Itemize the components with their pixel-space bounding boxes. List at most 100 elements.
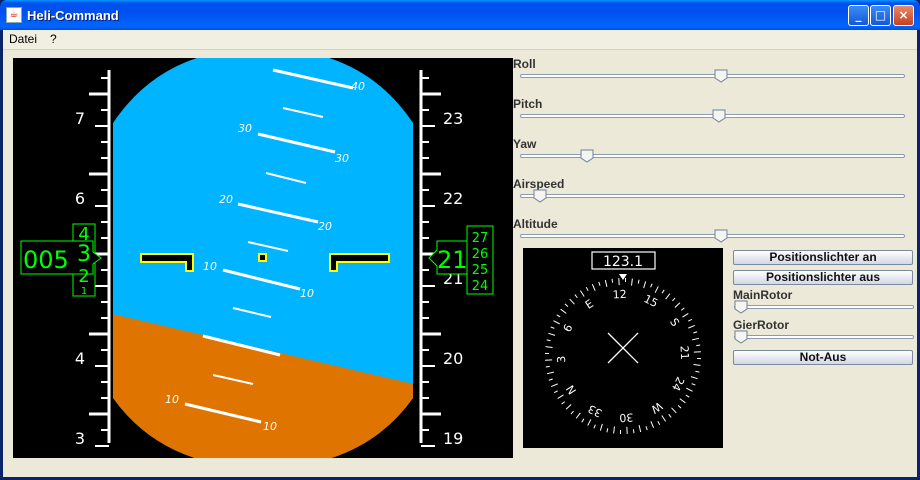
compass-tick: [645, 426, 648, 431]
compass-tick: [551, 383, 558, 388]
pitch-label: 10: [203, 260, 217, 273]
compass-tick: [654, 286, 659, 293]
altitude-scale-label: 19: [443, 429, 463, 448]
compass-label: 33: [586, 402, 604, 420]
altitude-scale-label: 20: [443, 349, 463, 368]
compass-tick: [598, 281, 601, 286]
compass-tick: [599, 423, 603, 431]
compass-tick: [545, 346, 553, 348]
compass-tick: [550, 326, 555, 329]
compass-tick: [638, 425, 642, 433]
emergency-stop-button[interactable]: Not-Aus: [733, 350, 913, 365]
speed-tape: 7 6 5 4 3 005 4 3 2 1: [20, 70, 111, 448]
close-button[interactable]: ×: [893, 5, 914, 26]
compass-tick: [579, 290, 585, 297]
java-cup-icon[interactable]: ☕: [6, 7, 22, 23]
compass-label: 6: [561, 322, 576, 334]
compass-tick: [546, 339, 551, 342]
position-lights-off-button[interactable]: Positionslichter aus: [733, 270, 913, 285]
compass-label: 24: [669, 375, 687, 393]
compass-tick: [581, 418, 585, 423]
compass-tick: [650, 283, 653, 288]
altitude-drum-digit: 27: [472, 231, 489, 246]
compass-tick: [593, 424, 596, 429]
menu-help[interactable]: ?: [50, 32, 57, 46]
compass-tick: [553, 390, 558, 394]
main-rotor-slider-track[interactable]: [734, 305, 914, 309]
compass-label: N: [564, 383, 579, 397]
compass-tick: [574, 294, 578, 299]
airspeed-slider-thumb[interactable]: [533, 189, 547, 203]
altitude-tape: 23 22 21 20 19 21 27 26 25 24: [419, 70, 494, 448]
client-area: Datei ? 40 30 30 20 20 10 10 10 10 7 6 4…: [3, 30, 917, 477]
altitude-drum-digit: 25: [472, 263, 489, 278]
compass-tick: [692, 337, 700, 341]
main-rotor-slider-thumb[interactable]: [734, 300, 748, 314]
altitude-slider-track[interactable]: [520, 234, 905, 238]
compass-tick: [693, 331, 698, 334]
tail-rotor-slider-thumb[interactable]: [734, 330, 748, 344]
pitch-label: 10: [165, 393, 179, 406]
tail-rotor-slider-track[interactable]: [734, 335, 914, 339]
compass-tick: [686, 387, 693, 392]
speed-readout: 005: [23, 246, 69, 274]
compass-tick: [696, 344, 701, 347]
roll-slider-track[interactable]: [520, 74, 905, 78]
compass-tick: [606, 428, 609, 433]
pitch-label: 30: [238, 122, 252, 135]
altitude-slider-thumb[interactable]: [714, 229, 728, 243]
compass-label: S: [667, 316, 682, 329]
compass-tick: [560, 308, 567, 314]
pitch-slider-thumb[interactable]: [712, 109, 726, 123]
compass-label: W: [648, 399, 664, 416]
compass-tick: [556, 314, 561, 318]
position-lights-on-button[interactable]: Positionslichter an: [733, 250, 913, 265]
app-window: ☕ Heli-Command _ □ × Datei ? 40 30 30 20…: [0, 0, 920, 480]
compass-tick: [657, 421, 661, 426]
compass-tick: [604, 279, 608, 287]
compass-tick: [688, 318, 693, 322]
compass-tick: [690, 376, 698, 380]
pitch-label: 10: [263, 420, 277, 433]
compass-tick: [691, 383, 696, 386]
compass-tick: [585, 286, 589, 291]
compass-tick: [680, 307, 685, 311]
compass-tick: [632, 429, 635, 434]
altitude-drum-digit: 26: [472, 247, 489, 262]
compass-tick: [674, 302, 681, 308]
speed-drum-digit: 2: [78, 266, 89, 287]
compass-tick: [545, 365, 550, 368]
compass-tick: [668, 413, 672, 418]
compass-tick: [679, 398, 686, 404]
compass-tick: [548, 332, 556, 336]
airspeed-slider-track[interactable]: [520, 194, 905, 198]
title-bar[interactable]: ☕ Heli-Command _ □ ×: [0, 0, 920, 30]
compass-tick: [575, 412, 581, 419]
pitch-label: 10: [300, 287, 314, 300]
yaw-slider-track[interactable]: [520, 154, 905, 158]
compass-tick: [561, 401, 566, 405]
roll-slider-thumb[interactable]: [714, 69, 728, 83]
compass-tick: [695, 370, 700, 373]
compass-label: 12: [612, 288, 627, 302]
pitch-label: Pitch: [513, 97, 543, 111]
compass-label: 15: [642, 292, 660, 310]
menu-datei[interactable]: Datei: [9, 32, 37, 46]
compass-label: E: [583, 297, 596, 312]
compass-tick: [661, 415, 667, 422]
compass-tick: [631, 278, 633, 286]
minimize-button[interactable]: _: [848, 5, 869, 26]
maximize-button[interactable]: □: [870, 5, 891, 26]
compass-tick: [637, 279, 640, 284]
speed-scale-label: 3: [75, 429, 85, 448]
pitch-label: 20: [219, 193, 233, 206]
yaw-slider-thumb[interactable]: [580, 149, 594, 163]
compass-tick: [591, 284, 596, 291]
compass-tick: [665, 293, 671, 300]
compass-label: 3: [555, 355, 568, 363]
compass-label: 21: [678, 345, 692, 360]
yaw-label: Yaw: [513, 137, 537, 151]
speed-scale-label: 6: [75, 189, 85, 208]
compass-tick: [685, 394, 690, 398]
heading-compass: E 12 15 S 21 24 W 30 33 N 3 6 123.1: [523, 248, 723, 448]
